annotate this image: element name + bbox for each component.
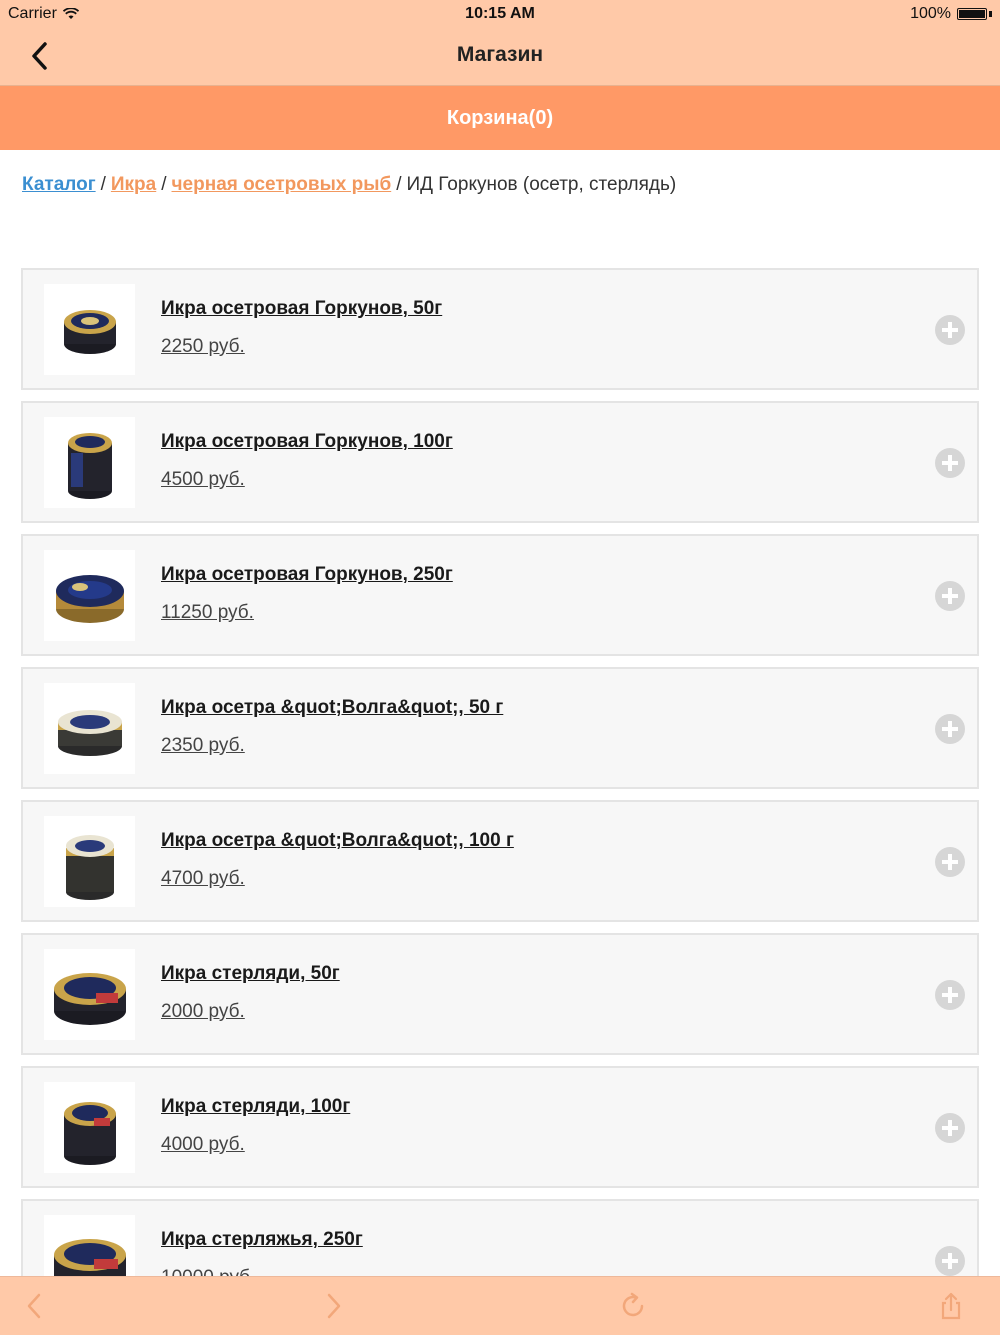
product-price[interactable]: 11250 руб. — [161, 602, 254, 624]
product-item: Икра стерляди, 50г 2000 руб. — [21, 933, 979, 1055]
product-name[interactable]: Икра стерляди, 100г — [161, 1096, 350, 1118]
product-image[interactable] — [44, 816, 135, 907]
product-name[interactable]: Икра стерляди, 50г — [161, 963, 340, 985]
product-image[interactable] — [44, 417, 135, 508]
add-to-cart-icon[interactable] — [935, 980, 965, 1010]
product-price[interactable]: 2250 руб. — [161, 336, 245, 358]
add-to-cart-icon[interactable] — [935, 847, 965, 877]
product-item: Икра осетровая Горкунов, 100г 4500 руб. — [21, 401, 979, 523]
breadcrumb-separator: / — [161, 174, 167, 195]
add-to-cart-icon[interactable] — [935, 315, 965, 345]
forward-nav-button[interactable] — [318, 1291, 348, 1321]
product-name[interactable]: Икра осетровая Горкунов, 250г — [161, 564, 453, 586]
product-price[interactable]: 4500 руб. — [161, 469, 245, 491]
battery-percent: 100% — [910, 5, 951, 22]
product-list: Икра осетровая Горкунов, 50г 2250 руб. И… — [21, 268, 979, 1332]
product-item: Икра осетровая Горкунов, 250г 11250 руб. — [21, 534, 979, 656]
product-price[interactable]: 4700 руб. — [161, 868, 245, 890]
battery-info: 100% — [910, 5, 992, 23]
breadcrumb-link-black-caviar[interactable]: черная осетровых рыб — [172, 174, 392, 195]
status-bar: Carrier 10:15 AM 100% — [0, 0, 1000, 28]
breadcrumb-current: ИД Горкунов (осетр, стерлядь) — [406, 174, 677, 195]
chevron-right-icon — [327, 1293, 341, 1319]
product-item: Икра осетровая Горкунов, 50г 2250 руб. — [21, 268, 979, 390]
product-item: Икра стерляди, 100г 4000 руб. — [21, 1066, 979, 1188]
product-name[interactable]: Икра осетровая Горкунов, 100г — [161, 431, 453, 453]
add-to-cart-icon[interactable] — [935, 448, 965, 478]
product-image[interactable] — [44, 284, 135, 375]
chevron-left-icon — [27, 1293, 41, 1319]
product-name[interactable]: Икра осетровая Горкунов, 50г — [161, 298, 442, 320]
battery-icon — [957, 8, 987, 20]
breadcrumb: Каталог / Икра / черная осетровых рыб / ИД Гор… — [22, 174, 676, 196]
add-to-cart-icon[interactable] — [935, 714, 965, 744]
product-name[interactable]: Икра осетра &quot;Волга&quot;, 100 г — [161, 830, 514, 852]
page-title: Магазин — [456, 43, 544, 66]
breadcrumb-link-ikra[interactable]: Икра — [111, 174, 156, 195]
back-nav-button[interactable] — [20, 1291, 50, 1321]
product-image[interactable] — [44, 683, 135, 774]
product-image[interactable] — [44, 949, 135, 1040]
navigation-bar: Магазин — [0, 28, 1000, 86]
share-button[interactable] — [936, 1291, 966, 1321]
breadcrumb-separator: / — [396, 174, 402, 195]
cart-label: Корзина(0) — [446, 106, 554, 129]
clock: 10:15 AM — [465, 5, 535, 22]
browser-toolbar — [0, 1276, 1000, 1335]
add-to-cart-icon[interactable] — [935, 1113, 965, 1143]
product-price[interactable]: 2000 руб. — [161, 1001, 245, 1023]
reload-button[interactable] — [618, 1291, 648, 1321]
product-price[interactable]: 4000 руб. — [161, 1134, 245, 1156]
product-price[interactable]: 2350 руб. — [161, 735, 245, 757]
product-item: Икра осетра &quot;Волга&quot;, 100 г 470… — [21, 800, 979, 922]
add-to-cart-icon[interactable] — [935, 1246, 965, 1276]
reload-icon — [622, 1292, 644, 1317]
product-image[interactable] — [44, 1082, 135, 1173]
product-name[interactable]: Икра осетра &quot;Волга&quot;, 50 г — [161, 697, 503, 719]
breadcrumb-separator: / — [100, 174, 106, 195]
add-to-cart-icon[interactable] — [935, 581, 965, 611]
product-name[interactable]: Икра стерляжья, 250г — [161, 1229, 363, 1251]
product-image[interactable] — [44, 550, 135, 641]
breadcrumb-link-catalog[interactable]: Каталог — [22, 174, 96, 195]
product-item: Икра осетра &quot;Волга&quot;, 50 г 2350… — [21, 667, 979, 789]
cart-button[interactable]: Корзина(0) — [0, 86, 1000, 150]
share-icon — [941, 1292, 961, 1320]
